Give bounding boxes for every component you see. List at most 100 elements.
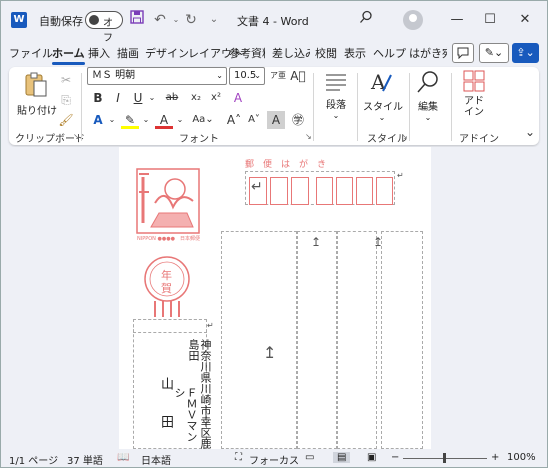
tab-file[interactable]: ファイル bbox=[9, 45, 53, 61]
tab-references[interactable]: 参考資料 bbox=[229, 45, 265, 61]
strikethrough-icon[interactable]: ab bbox=[163, 89, 181, 107]
paste-button[interactable]: 貼り付け bbox=[17, 71, 57, 117]
new-year-text: 年 賀 bbox=[161, 269, 172, 295]
proofing-icon[interactable]: 📖 bbox=[117, 452, 129, 463]
character-shading-icon[interactable]: A bbox=[267, 111, 285, 129]
zoom-slider-thumb[interactable] bbox=[443, 453, 446, 463]
tab-review[interactable]: 校閲 bbox=[315, 45, 337, 61]
comments-button[interactable] bbox=[452, 43, 474, 63]
styles-label: スタイル bbox=[363, 102, 403, 113]
cut-icon[interactable]: ✂ bbox=[57, 71, 75, 89]
divider bbox=[81, 73, 82, 141]
editing-mode-button[interactable]: ✎⌄ bbox=[479, 43, 509, 63]
address-frame bbox=[381, 231, 423, 449]
style-launcher-icon[interactable]: ↘ bbox=[401, 132, 408, 141]
paragraph-button[interactable]: 段落 ⌄ bbox=[321, 71, 351, 120]
addins-button[interactable]: アド イン bbox=[457, 69, 491, 118]
phonetic-guide-icon[interactable]: ア亜 bbox=[269, 67, 287, 85]
enclose-characters-icon[interactable]: ㊫ bbox=[289, 111, 307, 129]
superscript-icon[interactable]: x² bbox=[207, 89, 225, 107]
chevron-down-icon[interactable]: ⌄ bbox=[103, 111, 121, 129]
chevron-down-icon: ⌄ bbox=[332, 111, 340, 120]
font-name-select[interactable]: ＭＳ 明朝 ⌄ bbox=[87, 67, 227, 85]
search-icon[interactable] bbox=[359, 10, 373, 28]
addins-label: アド イン bbox=[464, 96, 484, 118]
stamp-label: NIPPON ●●●● 日本郵便 bbox=[137, 236, 200, 242]
font-name-value: ＭＳ 明朝 bbox=[92, 70, 136, 81]
tab-insert[interactable]: 挿入 bbox=[88, 45, 110, 61]
tab-design[interactable]: デザイン bbox=[145, 45, 189, 61]
zoom-in-icon[interactable]: + bbox=[491, 452, 499, 463]
ribbon-tabs: ファイル ホーム 挿入 描画 デザイン レイアウト 参考資料 差し込み 校閲 表… bbox=[1, 41, 547, 65]
language[interactable]: 日本語 bbox=[141, 452, 171, 467]
font-launcher-icon[interactable]: ↘ bbox=[305, 132, 312, 141]
account-icon[interactable] bbox=[403, 10, 423, 30]
focus-mode[interactable]: フォーカス bbox=[249, 452, 299, 467]
anchor-mark-icon: ↥ bbox=[263, 343, 277, 362]
tab-draw[interactable]: 描画 bbox=[117, 45, 139, 61]
autosave-label: 自動保存 bbox=[39, 15, 83, 28]
maximize-icon[interactable]: ☐ bbox=[476, 9, 504, 31]
paragraph-label: 段落 bbox=[326, 100, 346, 111]
subscript-icon[interactable]: x₂ bbox=[187, 89, 205, 107]
postal-box bbox=[270, 177, 288, 205]
chevron-down-icon[interactable]: ⌄ bbox=[137, 111, 155, 129]
read-mode-icon[interactable]: ▭ bbox=[305, 452, 314, 463]
editing-label: 編集 bbox=[418, 102, 438, 113]
tab-home[interactable]: ホーム bbox=[52, 45, 85, 65]
underline-dropdown-icon[interactable]: ⌄ bbox=[143, 89, 161, 107]
change-case-icon[interactable]: Aa⌄ bbox=[191, 111, 215, 129]
postal-box bbox=[376, 177, 393, 205]
print-layout-icon[interactable]: ▤ bbox=[333, 452, 351, 463]
text-effects-icon[interactable]: A bbox=[229, 89, 247, 107]
tab-view[interactable]: 表示 bbox=[344, 45, 366, 61]
word-window: W 自動保存 オフ ↶ ⌄ ↻ ⌄ 文書 4 - Word — ☐ ✕ ファイル… bbox=[0, 0, 548, 468]
sender-building: ＦＭＶマンシ bbox=[173, 387, 198, 442]
address-frame bbox=[297, 231, 337, 449]
tab-help[interactable]: ヘルプ bbox=[373, 45, 406, 61]
tab-postcard[interactable]: はがき宛 bbox=[409, 45, 447, 61]
page-count[interactable]: 1/1 ページ bbox=[9, 452, 58, 467]
share-button[interactable]: ⇪⌄ bbox=[512, 43, 539, 63]
clear-formatting-icon[interactable]: A⃥ bbox=[289, 67, 307, 85]
tab-mailings[interactable]: 差し込み bbox=[272, 45, 310, 61]
customize-qat-icon[interactable]: ⌄ bbox=[205, 10, 223, 30]
shrink-font-icon[interactable]: A˅ bbox=[245, 111, 263, 129]
minimize-icon[interactable]: — bbox=[443, 9, 471, 31]
copy-icon[interactable]: ⎘ bbox=[57, 91, 75, 109]
address-frame bbox=[221, 231, 297, 449]
postcard-page[interactable]: NIPPON ●●●● 日本郵便 年 賀 郵 便 は が き ↵ ↵ ↥ ↥ ↥… bbox=[119, 147, 431, 449]
divider bbox=[313, 73, 314, 141]
document-area[interactable]: NIPPON ●●●● 日本郵便 年 賀 郵 便 は が き ↵ ↵ ↥ ↥ ↥… bbox=[1, 147, 547, 449]
autosave-toggle[interactable]: オフ bbox=[85, 11, 123, 44]
status-bar: 1/1 ページ 37 単語 📖 日本語 ⛶ フォーカス ▭ ▤ ▣ − + 10… bbox=[1, 449, 547, 467]
font-size-select[interactable]: 10.5 ⌄ bbox=[229, 67, 265, 85]
paragraph-mark-icon: ↵ bbox=[397, 171, 404, 180]
editing-button[interactable]: 編集 ⌄ bbox=[411, 69, 445, 122]
format-painter-icon[interactable]: 🖌 bbox=[57, 111, 75, 129]
save-icon[interactable] bbox=[128, 10, 146, 30]
ribbon: 貼り付け ✂ ⎘ 🖌 クリップボード ↘ ＭＳ 明朝 ⌄ 10.5 ⌄ ア亜 A⃥ … bbox=[9, 67, 539, 145]
postcard-header: 郵 便 は が き bbox=[245, 160, 327, 170]
divider bbox=[409, 73, 410, 141]
styles-button[interactable]: A スタイル ⌄ bbox=[363, 69, 403, 122]
focus-icon[interactable]: ⛶ bbox=[235, 452, 242, 463]
word-logo-icon: W bbox=[11, 12, 27, 28]
anchor-mark-icon: ↥ bbox=[373, 235, 384, 249]
web-layout-icon[interactable]: ▣ bbox=[367, 452, 376, 463]
close-icon[interactable]: ✕ bbox=[511, 9, 539, 31]
zoom-out-icon[interactable]: − bbox=[391, 452, 399, 463]
grow-font-icon[interactable]: A˄ bbox=[225, 111, 243, 129]
collapse-ribbon-icon[interactable]: ⌄ bbox=[521, 123, 539, 141]
chevron-down-icon[interactable]: ⌄ bbox=[171, 111, 189, 129]
clipboard-launcher-icon[interactable]: ↘ bbox=[73, 132, 80, 141]
zoom-level[interactable]: 100% bbox=[507, 452, 536, 463]
italic-icon[interactable]: I bbox=[109, 89, 127, 107]
title-bar: W 自動保存 オフ ↶ ⌄ ↻ ⌄ 文書 4 - Word — ☐ ✕ bbox=[1, 1, 547, 44]
bold-icon[interactable]: B bbox=[89, 89, 107, 107]
redo-icon[interactable]: ↻ bbox=[182, 10, 200, 30]
word-count[interactable]: 37 単語 bbox=[67, 452, 103, 467]
address-frame bbox=[337, 231, 377, 449]
autosave-state: オフ bbox=[103, 18, 113, 44]
toggle-knob bbox=[89, 15, 99, 25]
